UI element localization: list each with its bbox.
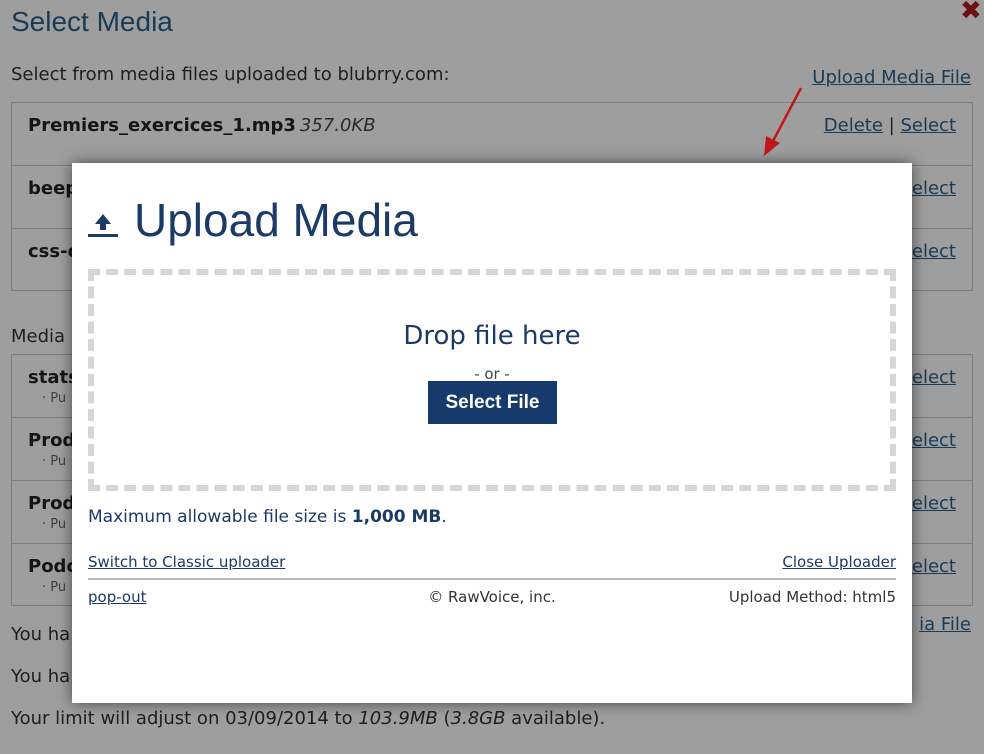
dialog-title: Upload Media <box>134 194 418 246</box>
upload-media-dialog: Upload Media Drop file here - or - Selec… <box>72 163 912 703</box>
select-file-button[interactable]: Select File <box>428 381 557 424</box>
drop-file-text: Drop file here <box>403 321 581 351</box>
close-uploader-link[interactable]: Close Uploader <box>782 553 896 571</box>
upload-icon <box>88 214 118 237</box>
divider <box>88 578 896 580</box>
file-drop-zone[interactable]: Drop file here - or - Select File <box>88 269 896 491</box>
upload-method-text: Upload Method: html5 <box>728 588 896 606</box>
switch-classic-uploader-link[interactable]: Switch to Classic uploader <box>88 553 285 571</box>
max-file-size-note: Maximum allowable file size is 1,000 MB. <box>88 507 447 527</box>
